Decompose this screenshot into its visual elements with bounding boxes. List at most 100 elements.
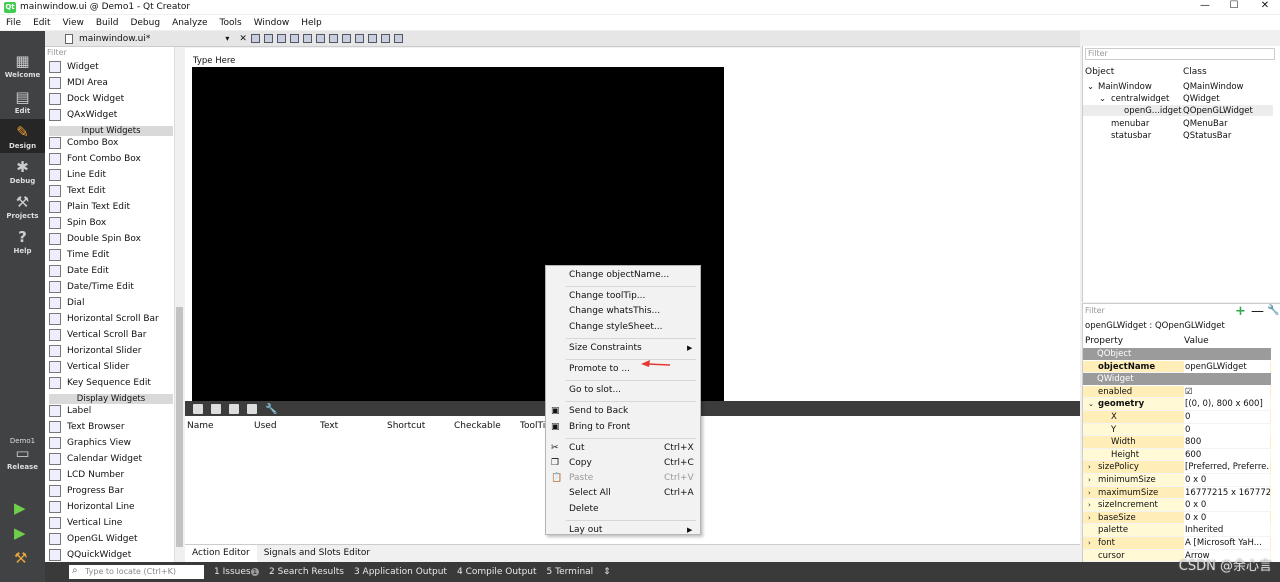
property-value[interactable]: openGLWidget xyxy=(1184,360,1270,373)
property-row[interactable]: objectName openGLWidget xyxy=(1083,360,1271,374)
widget-item[interactable]: Plain Text Edit xyxy=(49,199,174,214)
mode-design[interactable]: ✎ Design xyxy=(0,119,45,153)
menu-tools[interactable]: Tools xyxy=(214,18,248,28)
col-text[interactable]: Text xyxy=(320,421,338,431)
tab-action-editor[interactable]: Action Editor xyxy=(185,545,257,562)
widget-item[interactable]: Label xyxy=(49,403,174,418)
property-row[interactable]: Height 600 xyxy=(1083,448,1271,462)
chevron-down-icon[interactable]: ▾ xyxy=(225,34,229,43)
context-menu-item[interactable]: ❐ Copy Ctrl+C xyxy=(547,456,699,470)
widget-item[interactable]: Date Edit xyxy=(49,263,174,278)
mode-welcome[interactable]: ▦ Welcome xyxy=(0,53,45,79)
property-row[interactable]: › sizeIncrement 0 x 0 xyxy=(1083,499,1271,512)
scrollbar-thumb[interactable] xyxy=(176,307,183,547)
object-name[interactable]: openG...idget xyxy=(1124,105,1182,117)
property-row[interactable]: palette Inherited xyxy=(1083,524,1271,537)
widget-item[interactable]: Spin Box xyxy=(49,215,174,230)
configure-icon[interactable]: 🔧 xyxy=(1267,305,1279,316)
property-value[interactable]: ☑ xyxy=(1184,385,1270,398)
object-name[interactable]: centralwidget xyxy=(1111,93,1169,105)
context-menu-item[interactable]: Change objectName... xyxy=(547,268,699,282)
property-expand-icon[interactable]: › xyxy=(1088,487,1091,500)
layout-splitter-h-icon[interactable] xyxy=(328,34,338,43)
context-menu-item[interactable]: Lay out ▶ xyxy=(547,523,699,537)
property-row[interactable]: › sizePolicy [Preferred, Preferre... xyxy=(1083,461,1271,474)
delete-action-icon[interactable] xyxy=(247,403,257,414)
menu-debug[interactable]: Debug xyxy=(124,18,166,28)
property-value[interactable]: [Preferred, Preferre... xyxy=(1184,461,1270,474)
menu-file[interactable]: File xyxy=(0,18,27,28)
close-button[interactable]: ✕ xyxy=(1250,0,1280,14)
widget-item[interactable]: Date/Time Edit xyxy=(49,279,174,294)
menu-view[interactable]: View xyxy=(57,18,90,28)
output-pane-search-results[interactable]: 2 Search Results xyxy=(269,567,344,577)
widget-item[interactable]: Dock Widget xyxy=(49,91,174,106)
tree-expand-icon[interactable]: ⌄ xyxy=(1099,93,1106,105)
context-menu-item[interactable]: Select All Ctrl+A xyxy=(547,486,699,500)
break-layout-icon[interactable] xyxy=(380,34,390,43)
object-name[interactable]: MainWindow xyxy=(1098,81,1152,93)
context-menu-item[interactable]: ✂ Cut Ctrl+X xyxy=(547,441,699,455)
widget-item[interactable]: Text Browser xyxy=(49,419,174,434)
widget-item[interactable]: Combo Box xyxy=(49,135,174,150)
widget-item[interactable]: Vertical Line xyxy=(49,515,174,530)
property-value[interactable]: [(0, 0), 800 x 600] xyxy=(1184,398,1270,411)
widget-item[interactable]: Calendar Widget xyxy=(49,451,174,466)
property-expand-icon[interactable]: ⌄ xyxy=(1088,398,1094,411)
widget-item[interactable]: Key Sequence Edit xyxy=(49,375,174,390)
property-row[interactable]: › baseSize 0 x 0 xyxy=(1083,511,1271,525)
widget-item[interactable]: Line Edit xyxy=(49,167,174,182)
property-value[interactable]: 800 xyxy=(1184,436,1270,449)
object-name[interactable]: statusbar xyxy=(1111,130,1151,142)
output-pane-compile-output[interactable]: 4 Compile Output xyxy=(457,567,537,577)
widget-item[interactable]: Font Combo Box xyxy=(49,151,174,166)
paste-action-icon[interactable] xyxy=(229,403,239,414)
property-row[interactable]: › maximumSize 16777215 x 167772... xyxy=(1083,486,1271,500)
menu-window[interactable]: Window xyxy=(248,18,296,28)
pane-chevron-icon[interactable]: ⇕ xyxy=(603,567,611,577)
mode-edit[interactable]: ▤ Edit xyxy=(0,89,45,115)
layout-vertical-icon[interactable] xyxy=(315,34,325,43)
widget-item[interactable]: Progress Bar xyxy=(49,483,174,498)
debug-run-button[interactable]: ▶ xyxy=(14,524,26,542)
property-filter-input[interactable]: Filter xyxy=(1085,306,1235,315)
context-menu-item[interactable]: Change styleSheet... xyxy=(547,320,699,334)
widget-item[interactable]: Vertical Scroll Bar xyxy=(49,327,174,342)
maximize-button[interactable]: ☐ xyxy=(1219,0,1249,14)
edit-widgets-icon[interactable] xyxy=(250,34,260,43)
property-value[interactable]: 0 xyxy=(1184,411,1270,423)
context-menu-item[interactable]: ▣ Send to Back xyxy=(547,404,699,418)
mode-help[interactable]: ? Help xyxy=(0,229,45,255)
context-menu-item[interactable]: Size Constraints ▶ xyxy=(547,341,699,355)
new-action-icon[interactable] xyxy=(193,403,203,414)
property-expand-icon[interactable]: › xyxy=(1088,461,1091,474)
property-value[interactable]: 0 xyxy=(1184,423,1270,436)
property-row[interactable]: ⌄ geometry [(0, 0), 800 x 600] xyxy=(1083,398,1271,411)
widget-item[interactable]: Horizontal Line xyxy=(49,499,174,514)
widget-item[interactable]: Vertical Slider xyxy=(49,359,174,374)
edit-tab-order-icon[interactable] xyxy=(289,34,299,43)
property-expand-icon[interactable]: › xyxy=(1088,474,1091,487)
context-menu-item[interactable]: Promote to ... xyxy=(547,362,699,376)
add-property-icon[interactable]: + xyxy=(1235,304,1246,319)
widget-item[interactable]: Horizontal Scroll Bar xyxy=(49,311,174,326)
kit-selector[interactable]: Demo1 ▭ Release xyxy=(0,437,45,471)
col-class[interactable]: Class xyxy=(1183,67,1207,77)
property-expand-icon[interactable]: › xyxy=(1088,512,1091,525)
mode-projects[interactable]: ⚒ Projects xyxy=(0,194,45,220)
col-value[interactable]: Value xyxy=(1184,336,1209,346)
copy-action-icon[interactable] xyxy=(211,403,221,414)
configure-icon[interactable]: 🔧 xyxy=(265,404,277,415)
property-expand-icon[interactable]: › xyxy=(1088,537,1091,550)
property-value[interactable]: 16777215 x 167772... xyxy=(1184,486,1270,499)
property-row[interactable]: X0 xyxy=(1083,411,1271,424)
tab-signals-slots[interactable]: Signals and Slots Editor xyxy=(257,545,377,562)
output-pane-issues[interactable]: 1 Issues 1 xyxy=(214,567,260,577)
widget-item[interactable]: QQuickWidget xyxy=(49,547,174,562)
widget-item[interactable]: Dial xyxy=(49,295,174,310)
property-value[interactable]: 0 x 0 xyxy=(1184,511,1270,524)
widget-item[interactable]: Widget xyxy=(49,59,174,74)
object-name[interactable]: menubar xyxy=(1111,118,1149,130)
property-value[interactable]: 0 x 0 xyxy=(1184,474,1270,486)
property-value[interactable]: A [Microsoft YaH... xyxy=(1184,537,1270,549)
